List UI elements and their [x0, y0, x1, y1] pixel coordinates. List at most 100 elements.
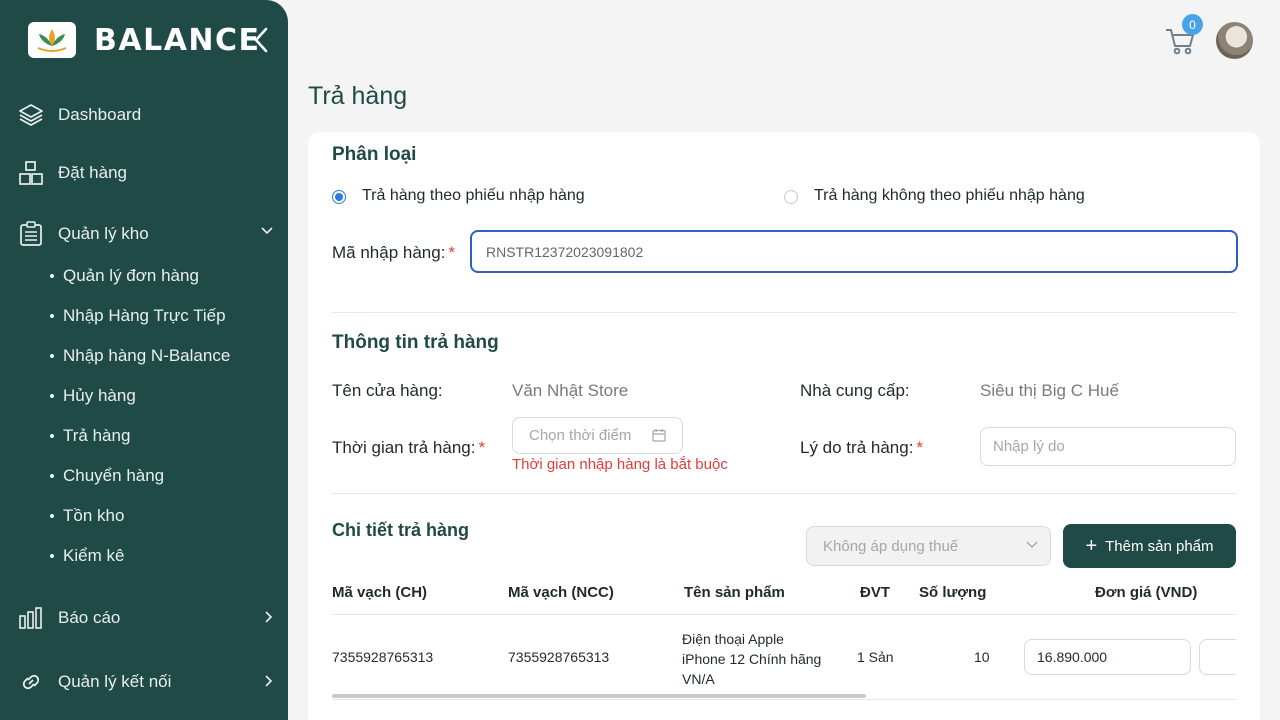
sidebar-subitem-label: Trả hàng: [63, 426, 131, 445]
sidebar-item-label: Quản lý kết nối: [58, 672, 172, 691]
section-divider: [332, 493, 1236, 494]
chevron-down-icon: [1026, 541, 1038, 548]
required-asterisk: *: [448, 243, 456, 262]
calendar-icon: [652, 429, 666, 442]
sidebar-item-quan-ly-ket-noi[interactable]: Quản lý kết nối: [18, 664, 280, 700]
product-name-line: VN/A: [682, 671, 715, 687]
return-reason-label-text: Lý do trả hàng:: [800, 438, 914, 457]
required-asterisk: *: [916, 438, 924, 457]
bullet-dot: [50, 274, 54, 278]
user-avatar[interactable]: [1216, 22, 1253, 59]
return-time-placeholder: Chọn thời điểm: [529, 427, 632, 444]
return-time-error: Thời gian nhập hàng là bắt buộc: [512, 456, 728, 473]
column-header-unit: ĐVT: [860, 584, 890, 601]
cell-product-name: Điện thoại Apple iPhone 12 Chính hãng VN…: [682, 629, 821, 689]
tax-select[interactable]: Không áp dụng thuế: [806, 526, 1051, 566]
table-horizontal-scrollbar[interactable]: [332, 694, 866, 698]
bullet-dot: [50, 394, 54, 398]
cell-barcode-ch: 7355928765313: [332, 649, 434, 665]
brand[interactable]: BALANCE: [28, 22, 261, 58]
brand-name: BALANCE: [94, 22, 261, 58]
sidebar-subitem-tra-hang[interactable]: Trả hàng: [50, 423, 130, 449]
section-title-return-info: Thông tin trả hàng: [332, 332, 499, 353]
lotus-logo-icon: [28, 22, 76, 58]
return-reason-input[interactable]: Nhập lý do: [980, 427, 1236, 466]
radio-return-by-receipt[interactable]: [332, 190, 346, 204]
add-product-label: Thêm sản phẩm: [1105, 537, 1214, 555]
cell-barcode-ncc: 7355928765313: [508, 649, 610, 665]
sidebar-subitem-label: Quản lý đơn hàng: [63, 266, 199, 285]
sidebar-subitem-label: Hủy hàng: [63, 386, 136, 405]
sidebar-subitem-label: Kiểm kê: [63, 546, 125, 565]
required-asterisk: *: [478, 438, 486, 457]
return-time-picker[interactable]: Chọn thời điểm: [512, 417, 683, 454]
column-header-barcode-ch: Mã vạch (CH): [332, 584, 428, 601]
sidebar-subitem-kiem-ke[interactable]: Kiểm kê: [50, 543, 124, 569]
radio-return-without-receipt[interactable]: [784, 190, 798, 204]
table-header-divider: [332, 614, 1236, 615]
product-name-line: Điện thoại Apple: [682, 631, 784, 647]
chevron-left-icon: [254, 27, 268, 53]
return-time-label-text: Thời gian trả hàng:: [332, 438, 476, 457]
chevron-right-icon: [265, 611, 273, 623]
column-header-product-name: Tên sản phẩm: [684, 584, 785, 601]
boxes-icon: [18, 160, 44, 186]
sidebar-subitem-label: Chuyển hàng: [63, 466, 165, 485]
sidebar-subitem-label: Nhập hàng N-Balance: [63, 346, 231, 365]
radio-label-return-by-receipt[interactable]: Trả hàng theo phiếu nhập hàng: [362, 187, 585, 205]
section-title-classification: Phân loại: [332, 144, 417, 165]
plus-icon: +: [1085, 535, 1098, 557]
link-icon: [18, 669, 44, 695]
sidebar-subitem-ton-kho[interactable]: Tồn kho: [50, 503, 124, 529]
sidebar-item-dashboard[interactable]: Dashboard: [18, 97, 280, 133]
return-reason-label: Lý do trả hàng: *: [800, 438, 923, 458]
sidebar-subitem-label: Tồn kho: [63, 506, 125, 525]
sidebar-item-label: Dashboard: [58, 105, 142, 124]
unit-price-value: 16.890.000: [1037, 649, 1108, 665]
bullet-dot: [50, 554, 54, 558]
sidebar-subitem-label: Nhập Hàng Trực Tiếp: [63, 306, 226, 325]
column-header-unit-price: Đơn giá (VND): [1095, 584, 1198, 601]
section-title-return-details: Chi tiết trả hàng: [332, 520, 470, 540]
bullet-dot: [50, 354, 54, 358]
chevron-right-icon: [265, 675, 273, 687]
layers-icon: [18, 102, 44, 128]
unit-price-input[interactable]: 16.890.000: [1024, 639, 1191, 675]
sidebar-subitem-nhap-hang-truc-tiep[interactable]: Nhập Hàng Trực Tiếp: [50, 303, 226, 329]
sidebar-item-bao-cao[interactable]: Báo cáo: [18, 600, 280, 636]
bar-chart-icon: [18, 605, 44, 631]
return-time-label: Thời gian trả hàng: *: [332, 438, 485, 458]
section-divider: [332, 312, 1236, 313]
bullet-dot: [50, 514, 54, 518]
cart-count-badge: 0: [1182, 14, 1203, 35]
supplier-label: Nhà cung cấp:: [800, 381, 910, 400]
sidebar-item-label: Đặt hàng: [58, 163, 127, 182]
import-code-label-text: Mã nhập hàng:: [332, 243, 446, 262]
radio-label-return-without-receipt[interactable]: Trả hàng không theo phiếu nhập hàng: [814, 187, 1085, 205]
store-label: Tên cửa hàng:: [332, 381, 443, 400]
sidebar-subitem-huy-hang[interactable]: Hủy hàng: [50, 383, 136, 409]
sidebar-item-quan-ly-kho[interactable]: Quản lý kho: [18, 216, 280, 252]
bullet-dot: [50, 434, 54, 438]
cell-unit: 1 Sản: [857, 649, 894, 665]
sidebar-item-dat-hang[interactable]: Đặt hàng: [18, 155, 280, 191]
sidebar-subitem-chuyen-hang[interactable]: Chuyển hàng: [50, 463, 164, 489]
sidebar-collapse-button[interactable]: [250, 25, 272, 55]
import-code-label: Mã nhập hàng: *: [332, 243, 455, 263]
tax-select-value: Không áp dụng thuế: [823, 537, 959, 555]
sidebar-subitem-quan-ly-don-hang[interactable]: Quản lý đơn hàng: [50, 263, 199, 289]
cell-quantity: 10: [974, 649, 990, 665]
import-code-value: RNSTR12372023091802: [486, 243, 644, 260]
clipboard-icon: [18, 221, 44, 247]
page-title: Trả hàng: [308, 82, 408, 110]
chevron-down-icon: [261, 227, 273, 235]
next-column-input[interactable]: [1199, 639, 1236, 675]
column-header-quantity: Số lượng: [919, 584, 987, 601]
sidebar-subitem-nhap-hang-n-balance[interactable]: Nhập hàng N-Balance: [50, 343, 230, 369]
add-product-button[interactable]: + Thêm sản phẩm: [1063, 524, 1236, 568]
bullet-dot: [50, 474, 54, 478]
sidebar-item-label: Báo cáo: [58, 608, 121, 627]
table-row-divider: [332, 699, 1236, 700]
import-code-input[interactable]: RNSTR12372023091802: [470, 230, 1238, 273]
product-name-line: iPhone 12 Chính hãng: [682, 651, 822, 667]
